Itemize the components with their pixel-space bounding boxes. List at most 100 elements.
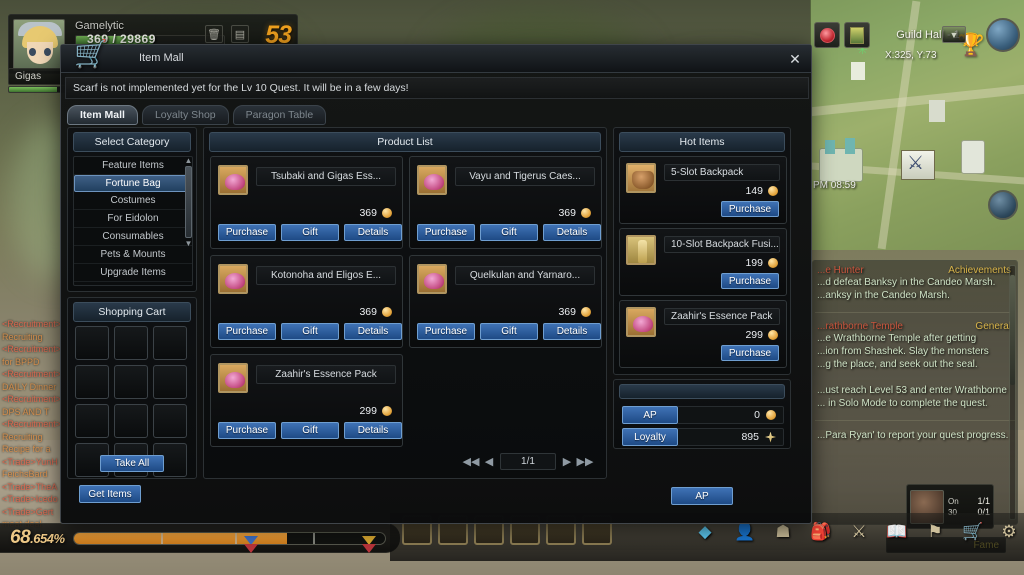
ap-purchase-button[interactable]: AP <box>671 487 733 505</box>
quest-description-line: ... in Solo Mode to complete the quest. <box>817 398 988 409</box>
avatar[interactable] <box>13 19 65 71</box>
hot-item-price-row: 199 <box>745 257 778 269</box>
cart-slot[interactable] <box>114 404 148 438</box>
first-page-icon[interactable]: ◀◀ <box>463 454 480 470</box>
product-price-row: 369 <box>558 207 591 219</box>
backpack-icon <box>626 163 656 193</box>
prev-page-icon[interactable]: ◀ <box>482 454 496 470</box>
cart-slot[interactable] <box>75 404 109 438</box>
details-button[interactable]: Details <box>543 323 601 340</box>
take-all-button[interactable]: Take All <box>100 455 164 472</box>
quest-description-line: ...d defeat Banksy in the Candeo Marsh. <box>817 277 996 288</box>
item-mall-cart-icon[interactable]: 🛒 <box>958 517 988 547</box>
world-map-icon[interactable] <box>986 18 1020 52</box>
quest-entry[interactable]: ...Para Ryan' to report your quest progr… <box>813 425 1017 448</box>
chevron-down-icon[interactable]: ▼ <box>942 26 966 43</box>
product-card[interactable]: Zaahir's Essence Pack 299 Purchase Gift Deta… <box>210 354 403 447</box>
quest-book-icon[interactable]: 📖 <box>882 517 912 547</box>
right-icon-rail <box>988 60 1022 226</box>
guild-banner-icon[interactable] <box>844 22 870 48</box>
quest-scrollbar[interactable] <box>1009 265 1016 520</box>
category-item-feature-items[interactable]: Feature Items <box>74 157 192 175</box>
details-button[interactable]: Details <box>344 422 402 439</box>
purchase-button[interactable]: Purchase <box>218 422 276 439</box>
gift-button[interactable]: Gift <box>281 422 339 439</box>
scroll-down-icon[interactable]: ▼ <box>184 239 193 248</box>
category-item-for-eidolon[interactable]: For Eidolon <box>74 210 192 228</box>
globe-icon[interactable] <box>988 190 1018 220</box>
gift-button[interactable]: Gift <box>480 323 538 340</box>
tab-paragon-table[interactable]: Paragon Table <box>232 105 327 125</box>
guild-banner-icon[interactable]: ⚑ <box>920 517 950 547</box>
hot-item-card[interactable]: 5-Slot Backpack 149 Purchase <box>619 156 787 224</box>
notice-banner: Scarf is not implemented yet for the Lv … <box>65 77 809 99</box>
cart-slot[interactable] <box>114 365 148 399</box>
hot-item-card[interactable]: Zaahir's Essence Pack 299 Purchase <box>619 300 787 368</box>
cart-slot[interactable] <box>75 365 109 399</box>
experience-bar-track[interactable] <box>72 531 386 545</box>
quest-divider <box>815 420 1015 421</box>
trash-icon[interactable]: 🗑 <box>205 25 223 43</box>
hot-items-header: Hot Items <box>619 132 785 152</box>
equipment-icon[interactable]: ⚔ <box>844 517 874 547</box>
details-button[interactable]: Details <box>344 224 402 241</box>
scroll-up-icon[interactable]: ▲ <box>184 156 193 165</box>
player-name: Gamelytic <box>75 20 124 32</box>
tracker-on-label: On <box>948 496 959 506</box>
card-icon[interactable]: ▤ <box>231 25 249 43</box>
product-card[interactable]: Vayu and Tigerus Caes... 369 Purchase Gift D… <box>409 156 602 249</box>
gift-button[interactable]: Gift <box>281 323 339 340</box>
minimap-location[interactable]: Guild Hall - 1 ▼ <box>874 25 982 45</box>
minimap-building <box>851 62 865 80</box>
settings-gear-icon[interactable]: ⚙ <box>994 517 1024 547</box>
loyalty-icon <box>765 431 776 443</box>
purchase-button[interactable]: Purchase <box>417 224 475 241</box>
pvp-toggle-icon[interactable] <box>814 22 840 48</box>
purchase-button[interactable]: Purchase <box>218 224 276 241</box>
category-item-fortune-bag[interactable]: Fortune Bag <box>74 175 192 192</box>
category-item-consumables[interactable]: Consumables <box>74 228 192 246</box>
details-button[interactable]: Details <box>344 323 402 340</box>
product-card[interactable]: Quelkulan and Yarnaro... 369 Purchase Gift D… <box>409 255 602 348</box>
category-item-costumes[interactable]: Costumes <box>74 192 192 210</box>
next-page-icon[interactable]: ▶ <box>560 454 574 470</box>
cart-slot[interactable] <box>153 365 187 399</box>
category-scrollbar[interactable]: ▲ ▼ <box>184 156 193 286</box>
gift-button[interactable]: Gift <box>480 224 538 241</box>
tab-item-mall[interactable]: Item Mall <box>67 105 138 125</box>
product-name: Quelkulan and Yarnaro... <box>455 266 595 285</box>
cart-slot[interactable] <box>114 326 148 360</box>
loyalty-button[interactable]: Loyalty <box>622 428 678 446</box>
xp-tick <box>160 532 163 544</box>
category-list[interactable]: Feature Items Fortune Bag Costumes For Eido… <box>73 156 193 286</box>
crossed-swords-icon: ⚔ <box>907 153 925 174</box>
xp-marker-red-icon <box>244 544 258 553</box>
category-item-upgrade-items[interactable]: Upgrade Items <box>74 264 192 282</box>
details-button[interactable]: Details <box>543 224 601 241</box>
purchase-button[interactable]: Purchase <box>417 323 475 340</box>
tab-loyalty-shop[interactable]: Loyalty Shop <box>141 105 229 125</box>
ap-coin-icon <box>768 330 778 340</box>
purchase-button[interactable]: Purchase <box>218 323 276 340</box>
last-page-icon[interactable]: ▶▶ <box>577 454 594 470</box>
get-items-button[interactable]: Get Items <box>79 485 141 503</box>
product-price-row: 369 <box>359 207 392 219</box>
quest-entry[interactable]: ...e Hunter Achievements ...d defeat Banks… <box>813 261 1017 308</box>
purchase-button[interactable]: Purchase <box>721 273 779 289</box>
quest-category-tag: Achievements <box>948 265 1011 276</box>
scroll-thumb[interactable] <box>185 166 192 238</box>
cart-slot[interactable] <box>75 326 109 360</box>
category-item-pets-mounts[interactable]: Pets & Mounts <box>74 246 192 264</box>
product-card[interactable]: Tsubaki and Gigas Ess... 369 Purchase Gift D… <box>210 156 403 249</box>
close-icon[interactable]: ✕ <box>786 50 804 68</box>
product-name: Vayu and Tigerus Caes... <box>455 167 595 186</box>
cart-slot[interactable] <box>153 326 187 360</box>
cart-slot[interactable] <box>153 404 187 438</box>
ap-button[interactable]: AP <box>622 406 678 424</box>
purchase-button[interactable]: Purchase <box>721 345 779 361</box>
purchase-button[interactable]: Purchase <box>721 201 779 217</box>
gift-button[interactable]: Gift <box>281 224 339 241</box>
quest-entry[interactable]: ...rathborne Temple General ...e Wrathborn… <box>813 317 1017 416</box>
hot-item-card[interactable]: 10-Slot Backpack Fusi... 199 Purchase <box>619 228 787 296</box>
product-card[interactable]: Kotonoha and Eligos E... 369 Purchase Gift D… <box>210 255 403 348</box>
